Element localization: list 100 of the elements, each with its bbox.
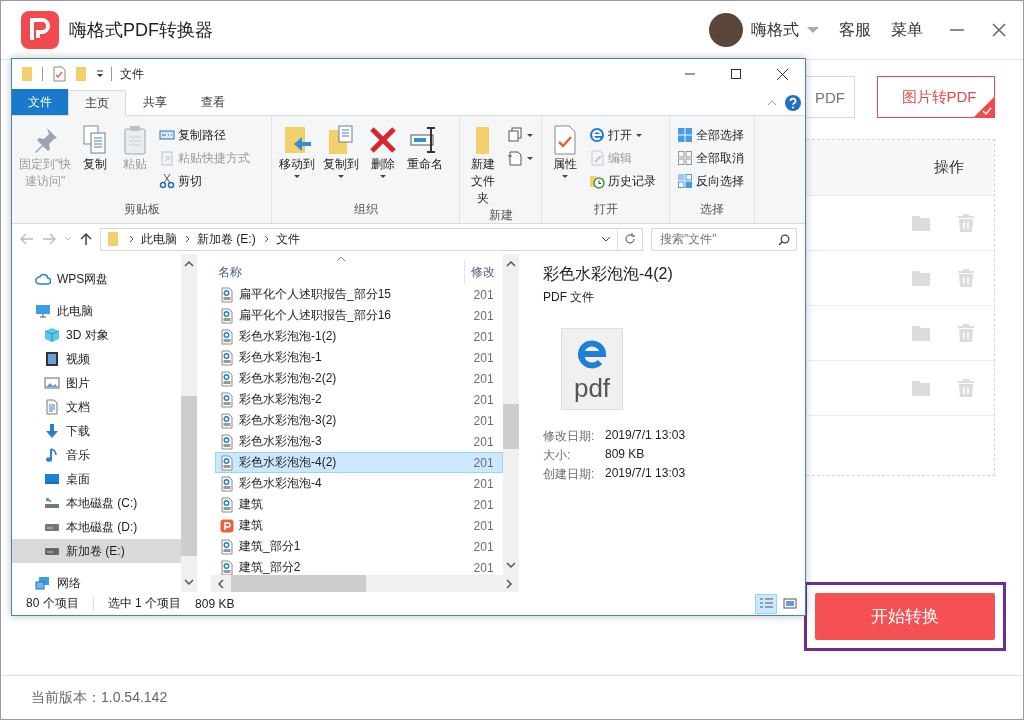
chevron-right-icon[interactable] [127, 234, 135, 244]
nav-item[interactable]: 音乐 [12, 443, 181, 467]
nav-item[interactable]: 本地磁盘 (D:) [12, 515, 181, 539]
chevron-right-icon[interactable] [183, 234, 191, 244]
file-row[interactable]: 彩色水彩泡泡-2 201 [215, 389, 503, 410]
forward-arrow-icon[interactable] [42, 233, 56, 245]
nav-item[interactable]: 3D 对象 [12, 323, 181, 347]
file-row[interactable]: 彩色水彩泡泡-3 201 [215, 431, 503, 452]
ribbon-tab[interactable]: 查看 [184, 89, 242, 115]
file-row[interactable]: 建筑 201 [215, 494, 503, 515]
scroll-up-icon[interactable] [506, 260, 516, 268]
scroll-thumb[interactable] [231, 575, 366, 592]
caret-icon [379, 173, 387, 179]
nav-item[interactable]: 本地磁盘 (C:) [12, 491, 181, 515]
group-label: 新建 [487, 207, 514, 224]
search-icon[interactable] [778, 233, 790, 246]
ribbon-button[interactable]: 打开 [586, 124, 659, 146]
file-row[interactable]: 彩色水彩泡泡-4(2) 201 [215, 452, 503, 473]
file-row[interactable]: 建筑 201 [215, 515, 503, 536]
view-toggle[interactable] [755, 593, 777, 614]
scroll-up-icon[interactable] [184, 260, 194, 268]
property-label: 修改日期: [543, 428, 596, 445]
close-icon[interactable] [776, 68, 788, 80]
nav-item[interactable]: 视频 [12, 347, 181, 371]
pdf-file-icon [219, 349, 235, 366]
breadcrumb[interactable]: 文件 [275, 230, 300, 248]
ribbon-button[interactable]: 重命名 [404, 120, 446, 201]
desktop-icon [44, 471, 60, 487]
nav-item[interactable]: 桌面 [12, 467, 181, 491]
column-header[interactable]: 修改 [464, 260, 495, 284]
nav-item[interactable]: 新加卷 (E:) [12, 539, 181, 563]
column-header[interactable]: 名称 [211, 263, 464, 281]
nav-item[interactable]: 文档 [12, 395, 181, 419]
scroll-down-icon[interactable] [506, 561, 516, 569]
nav-item[interactable]: 网络 [12, 571, 181, 592]
scroll-left-icon[interactable] [217, 578, 225, 589]
stacked-documents-icon [507, 127, 523, 143]
file-row[interactable]: 扁平化个人述职报告_部分15 201 [215, 284, 503, 305]
ribbon-tab[interactable]: 共享 [126, 89, 184, 115]
ribbon-button[interactable]: 历史记录 [586, 170, 659, 192]
menu-link[interactable]: 客服 [839, 19, 871, 41]
caret-icon[interactable] [95, 69, 105, 79]
file-type: PDF 文件 [543, 289, 596, 306]
back-arrow-icon[interactable] [20, 233, 34, 245]
property-label: 大小: [543, 447, 572, 464]
file-row[interactable]: 建筑_部分2 201 [215, 557, 503, 575]
breadcrumb[interactable]: 新加卷 (E:) [197, 230, 256, 248]
scrollbar[interactable] [503, 254, 519, 575]
folder-icon[interactable] [73, 66, 89, 82]
ribbon-button[interactable]: 移动到 [276, 120, 318, 201]
nav-item[interactable]: 此电脑 [12, 299, 181, 323]
picture-icon [44, 375, 60, 391]
scroll-down-icon[interactable] [184, 578, 194, 586]
scroll-thumb[interactable] [503, 404, 519, 449]
nav-item[interactable]: WPS网盘 [12, 267, 181, 291]
help-icon[interactable] [785, 95, 801, 111]
nav-item[interactable]: 图片 [12, 371, 181, 395]
history-icon [589, 173, 605, 189]
maximize-icon[interactable] [731, 69, 741, 79]
nav-item[interactable]: 下载 [12, 419, 181, 443]
file-row[interactable]: 彩色水彩泡泡-3(2) 201 [215, 410, 503, 431]
document-check-icon[interactable] [51, 66, 67, 82]
ribbon-button[interactable]: 新建 文件夹 [464, 120, 502, 207]
file-row[interactable]: 彩色水彩泡泡-1(2) 201 [215, 326, 503, 347]
mode-tab[interactable]: 图片转PDF [877, 76, 995, 118]
up-arrow-icon[interactable] [80, 232, 92, 246]
search-field[interactable]: 搜索"文件" [651, 227, 797, 251]
ribbon-button[interactable]: 反向选择 [674, 170, 747, 192]
caret-icon [293, 173, 301, 179]
scrollbar[interactable] [181, 254, 197, 592]
scroll-thumb[interactable] [181, 396, 197, 556]
column-header: 操作 [934, 158, 964, 177]
scroll-right-icon[interactable] [505, 578, 513, 589]
file-row[interactable]: 建筑_部分1 201 [215, 536, 503, 557]
breadcrumb[interactable]: 此电脑 [141, 230, 177, 248]
file-menu-tab[interactable]: 文件 [12, 89, 68, 115]
ribbon-tab[interactable]: 主页 [68, 90, 126, 116]
address-bar[interactable]: 此电脑 新加卷 (E:) 文件 [100, 227, 643, 251]
ribbon-button[interactable]: 全部取消 [674, 147, 747, 169]
refresh-icon[interactable] [624, 233, 636, 245]
scrollbar[interactable] [211, 575, 519, 592]
menu-link[interactable]: 菜单 [891, 19, 923, 41]
file-row[interactable]: 扁平化个人述职报告_部分16 201 [215, 305, 503, 326]
file-row[interactable]: 彩色水彩泡泡-2(2) 201 [215, 368, 503, 389]
close-icon[interactable] [991, 22, 1007, 38]
pdf-file-icon [219, 496, 235, 513]
file-row[interactable]: 彩色水彩泡泡-4 201 [215, 473, 503, 494]
ribbon-button[interactable]: 属性 [546, 120, 584, 201]
ribbon-button[interactable]: 剪切 [156, 170, 254, 192]
chevron-down-icon[interactable] [601, 236, 611, 242]
ribbon-button[interactable]: 复制到 [320, 120, 362, 201]
window-title: 文件 [120, 65, 144, 83]
pdf-file-icon [219, 433, 235, 450]
chevron-up-icon[interactable] [767, 99, 777, 107]
ribbon-button[interactable]: 复制路径 [156, 124, 254, 146]
mode-tab[interactable]: PDF [805, 76, 855, 118]
ribbon-button[interactable]: 复制 [76, 120, 115, 201]
file-row[interactable]: 彩色水彩泡泡-1 201 [215, 347, 503, 368]
ribbon-button[interactable]: 全部选择 [674, 124, 747, 146]
ribbon-button[interactable]: 删除 [364, 120, 402, 201]
